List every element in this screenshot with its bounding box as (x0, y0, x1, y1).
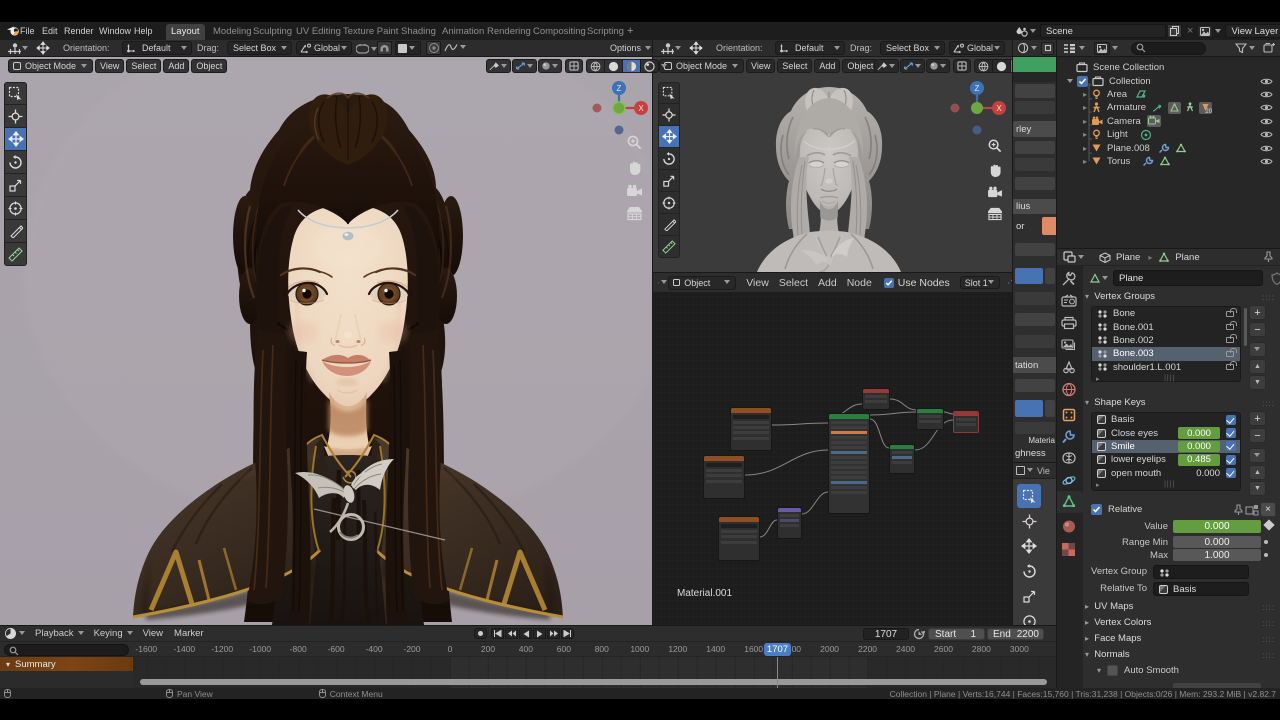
svg-text:Z: Z (617, 84, 622, 93)
svg-text:X: X (638, 104, 644, 113)
svg-text:X: X (996, 104, 1002, 113)
svg-text:Z: Z (975, 84, 980, 93)
